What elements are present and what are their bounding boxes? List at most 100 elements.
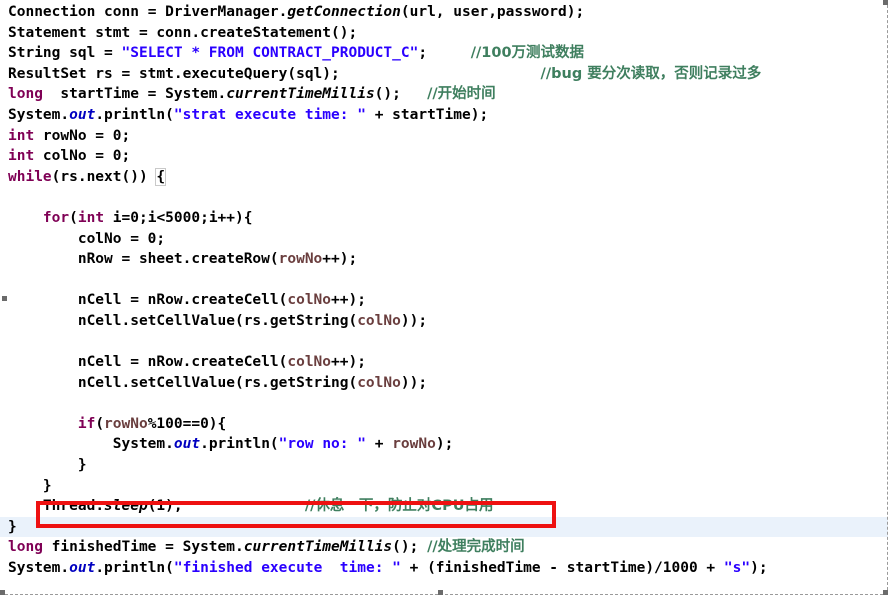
code-token: .println( <box>200 436 279 453</box>
code-token: (); <box>392 539 419 556</box>
code-token: nCell.setCellValue(rs.getString( <box>8 374 358 391</box>
code-token: i=0;i<5000;i++){ <box>104 209 253 226</box>
code-line[interactable]: nRow = sheet.createRow(rowNo++); <box>0 249 888 270</box>
code-token: .println( <box>95 106 174 123</box>
code-token: . <box>217 86 227 103</box>
code-token: } <box>8 477 52 494</box>
code-line[interactable]: colNo = 0; <box>0 229 888 250</box>
code-line[interactable]: nCell = nRow.createCell(colNo++); <box>0 352 888 373</box>
code-line[interactable]: } <box>0 455 888 476</box>
code-token: colNo <box>287 292 332 309</box>
code-token: if <box>77 415 96 432</box>
code-token: } <box>8 457 87 474</box>
code-token: DriverManager <box>165 4 279 20</box>
code-line[interactable]: int colNo = 0; <box>0 146 888 167</box>
code-token: (); <box>374 86 401 103</box>
code-token: out <box>173 436 201 453</box>
code-token: )); <box>400 312 428 329</box>
code-token: currentTimeMillis <box>243 539 393 556</box>
code-line[interactable]: ResultSet rs = stmt.executeQuery(sql); /… <box>0 64 888 85</box>
code-token: sleep <box>104 498 148 515</box>
code-token: )); <box>400 374 428 391</box>
code-line[interactable]: nCell.setCellValue(rs.getString(colNo)); <box>0 373 888 394</box>
code-token: + <box>365 436 393 453</box>
code-token: ); <box>435 436 454 453</box>
code-token: while <box>8 168 52 185</box>
code-token: int <box>8 127 35 144</box>
code-line[interactable] <box>0 393 888 414</box>
code-token: int <box>77 209 105 226</box>
code-token: colNo = 0; <box>8 230 166 247</box>
code-token: nRow = sheet.createRow( <box>8 251 279 268</box>
code-token: } <box>8 518 17 535</box>
code-line[interactable]: Statement stmt = conn.createStatement(); <box>0 23 888 44</box>
code-line[interactable]: long finishedTime = System.currentTimeMi… <box>0 537 888 558</box>
code-line[interactable]: while(rs.next()) { <box>0 167 888 188</box>
code-token: "SELECT * FROM CONTRACT_PRODUCT_C" <box>121 45 419 62</box>
code-token: System <box>165 86 218 103</box>
code-token: ; <box>418 45 428 62</box>
code-token: nCell = nRow.createCell( <box>8 354 288 371</box>
code-line[interactable]: String sql = "SELECT * FROM CONTRACT_PRO… <box>0 43 888 64</box>
code-token: colNo = 0; <box>34 148 131 165</box>
code-line[interactable] <box>0 270 888 291</box>
code-line[interactable]: Connection conn = DriverManager.getConne… <box>0 2 888 23</box>
code-line[interactable]: nCell.setCellValue(rs.getString(colNo)); <box>0 311 888 332</box>
code-token: Thread <box>42 498 96 515</box>
code-token: for <box>42 209 70 226</box>
code-token: { <box>155 167 167 186</box>
code-token: (url, user,password); <box>400 4 585 20</box>
code-line[interactable]: for(int i=0;i<5000;i++){ <box>0 208 888 229</box>
code-line[interactable]: if(rowNo%100==0){ <box>0 414 888 435</box>
code-token: System <box>182 539 235 556</box>
code-token: rs = stmt.executeQuery(sql); <box>86 65 340 82</box>
code-token: ++); <box>322 251 358 268</box>
code-token: colNo <box>357 374 401 391</box>
code-token: Statement <box>8 24 87 41</box>
code-token: "strat execute time: " <box>173 106 366 123</box>
code-token: conn = <box>95 4 166 20</box>
code-token: . <box>60 560 70 577</box>
code-token: nCell = nRow.createCell( <box>8 292 288 309</box>
code-token: . <box>165 436 174 453</box>
code-token: ); <box>750 560 768 577</box>
code-token: Connection <box>8 4 96 20</box>
code-token: + startTime); <box>365 106 489 123</box>
code-token: String <box>8 45 61 62</box>
code-line[interactable]: System.out.println("row no: " + rowNo); <box>0 434 888 455</box>
code-token: colNo <box>287 354 332 371</box>
code-token: //开始时间 <box>427 86 496 103</box>
code-line[interactable]: System.out.println("strat execute time: … <box>0 105 888 126</box>
code-token: "finished execute time: " <box>173 560 401 577</box>
code-line[interactable]: nCell = nRow.createCell(colNo++); <box>0 290 888 311</box>
code-line[interactable]: Thread.sleep(1); //休息一下，防止对CPU占用 <box>0 496 888 517</box>
code-token: (rs.next()) <box>51 168 157 185</box>
code-line[interactable] <box>0 187 888 208</box>
code-token: System <box>8 560 61 577</box>
code-line[interactable]: int rowNo = 0; <box>0 126 888 147</box>
code-line[interactable]: } <box>0 516 888 538</box>
code-token: //处理完成时间 <box>427 539 525 556</box>
code-token: .println( <box>95 560 174 577</box>
code-line[interactable]: } <box>0 476 888 497</box>
code-line[interactable]: System.out.println("finished execute tim… <box>0 558 888 579</box>
code-token: . <box>95 498 105 515</box>
code-line[interactable] <box>0 332 888 353</box>
code-token: "s" <box>723 560 751 577</box>
code-token: finishedTime = <box>42 539 183 556</box>
code-token: ++); <box>331 354 366 371</box>
code-token: //休息一下，防止对CPU占用 <box>304 498 494 515</box>
code-token: stmt = conn.createStatement(); <box>86 24 358 41</box>
code-editor-viewport[interactable]: Connection conn = DriverManager. getConne… <box>0 0 888 595</box>
code-token: ( <box>69 209 78 226</box>
code-token: ( <box>95 415 105 432</box>
code-token: colNo <box>357 312 401 329</box>
code-line[interactable]: long startTime = System.currentTimeMilli… <box>0 84 888 105</box>
code-token: ++); <box>331 292 366 309</box>
